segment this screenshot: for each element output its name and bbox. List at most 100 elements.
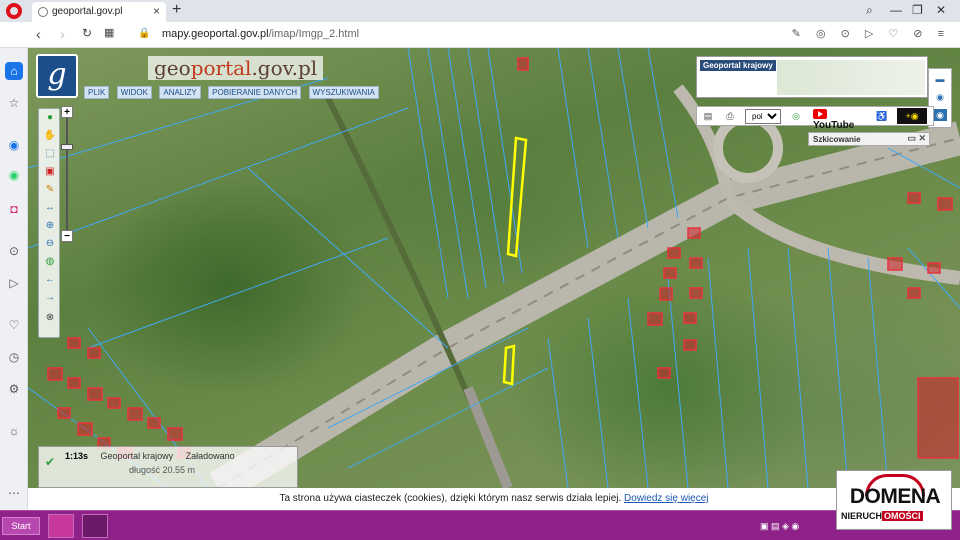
forward-icon[interactable]: › bbox=[60, 26, 65, 42]
instagram-icon[interactable]: ◘ bbox=[5, 200, 23, 218]
status-panel: ✔ 1:13s Geoportal krajowy Załadowano dłu… bbox=[38, 446, 298, 488]
pencil-icon[interactable]: ✎ bbox=[42, 183, 58, 197]
screen: geoportal.gov.pl × + ⌕ — ❐ ✕ ‹ › ↻ ▦ 🔒 m… bbox=[0, 0, 960, 540]
info-icon[interactable]: ● bbox=[42, 111, 58, 125]
status-time: 1:13s bbox=[65, 451, 89, 461]
messenger-icon[interactable]: ◉ bbox=[5, 136, 23, 154]
menu-pobieranie-danych[interactable]: POBIERANIE DANYCH bbox=[208, 86, 302, 99]
eye-active-icon[interactable]: ◉ bbox=[933, 109, 947, 121]
address-actions[interactable]: ✎ ◎ ⊙ ▷ ♡ ⊘ ≡ bbox=[792, 27, 950, 40]
home-icon[interactable]: ⌂ bbox=[5, 62, 23, 80]
parcel-south[interactable] bbox=[502, 344, 516, 386]
menu-plik[interactable]: PLIK bbox=[84, 86, 110, 99]
close-tab-icon[interactable]: × bbox=[153, 4, 160, 18]
minimize-icon[interactable]: — bbox=[890, 3, 902, 17]
main-road bbox=[209, 121, 960, 488]
accessibility-icon[interactable]: ♿ bbox=[875, 110, 889, 123]
status-row-1: 1:13s Geoportal krajowy Załadowano bbox=[65, 451, 235, 461]
title-geo: geo bbox=[154, 56, 191, 80]
address-bar: ‹ › ↻ ▦ 🔒 mapy.geoportal.gov.pl/imap/Img… bbox=[0, 22, 960, 48]
start-button[interactable]: Start bbox=[2, 517, 40, 535]
overview-label: Geoportal krajowy bbox=[700, 60, 776, 71]
back-icon[interactable]: ‹ bbox=[36, 26, 41, 42]
menu-widok[interactable]: WIDOK bbox=[116, 86, 152, 99]
zoom-handle[interactable] bbox=[61, 144, 73, 150]
opera-task-icon[interactable] bbox=[48, 514, 74, 538]
domena-logo: DOMENA NIERUCH OMOŚCI bbox=[836, 470, 952, 530]
map-canvas[interactable]: g geoportal.gov.pl PLIK WIDOK ANALIZY PO… bbox=[28, 48, 960, 488]
previous-view-icon[interactable]: ← bbox=[42, 273, 58, 287]
zoom-slider[interactable]: + − bbox=[61, 106, 73, 242]
reload-icon[interactable]: ↻ bbox=[82, 26, 92, 40]
sketch-close-icon[interactable]: ▭ ✕ bbox=[907, 133, 926, 144]
app-task-icon[interactable] bbox=[82, 514, 108, 538]
title-domain: .gov.pl bbox=[251, 56, 318, 80]
opera-logo-icon[interactable] bbox=[6, 3, 22, 19]
select-icon[interactable]: ⬚ bbox=[42, 147, 58, 161]
eye-icon[interactable]: ◉ bbox=[933, 91, 947, 103]
geoportal-menu: PLIK WIDOK ANALIZY POBIERANIE DANYCH WYS… bbox=[84, 82, 382, 99]
new-tab-icon[interactable]: + bbox=[172, 1, 181, 19]
whatsapp-icon[interactable]: ◉ bbox=[5, 166, 23, 184]
cookie-banner: Ta strona używa ciasteczek (cookies), dz… bbox=[28, 488, 960, 510]
send-icon[interactable]: ▷ bbox=[5, 274, 23, 292]
more-icon[interactable]: ⋯ bbox=[5, 484, 23, 502]
maximize-icon[interactable]: ❐ bbox=[912, 3, 923, 17]
globe-icon[interactable]: ◍ bbox=[42, 255, 58, 269]
zoom-minus-icon[interactable]: − bbox=[61, 230, 73, 242]
next-view-icon[interactable]: → bbox=[42, 291, 58, 305]
zoom-track[interactable] bbox=[66, 118, 68, 230]
cookie-more-link[interactable]: Dowiedz się więcej bbox=[624, 493, 708, 504]
tab-geoportal[interactable]: geoportal.gov.pl × bbox=[32, 2, 166, 22]
help-icon[interactable]: ◎ bbox=[789, 110, 803, 123]
tabs-grid-icon[interactable]: ▦ bbox=[104, 26, 114, 39]
speed-dial-icon[interactable]: ☆ bbox=[5, 94, 23, 112]
lightbulb-icon[interactable]: ☼ bbox=[5, 422, 23, 440]
overview-minimap[interactable] bbox=[777, 60, 925, 95]
full-extent-icon[interactable]: ⊗ bbox=[42, 311, 58, 325]
contrast-icon[interactable]: +◉ bbox=[897, 108, 927, 124]
youtube-link[interactable]: YouTube bbox=[813, 109, 865, 131]
menu-analizy[interactable]: ANALIZY bbox=[159, 86, 201, 99]
geoportal-logo[interactable]: g bbox=[36, 54, 78, 98]
youtube-play-icon bbox=[813, 109, 827, 120]
history-icon[interactable]: ◷ bbox=[5, 348, 23, 366]
player-icon[interactable]: ⊙ bbox=[5, 242, 23, 260]
close-window-icon[interactable]: ✕ bbox=[936, 3, 946, 17]
brand-line2: NIERUCH OMOŚCI bbox=[841, 511, 923, 521]
tab-title: geoportal.gov.pl bbox=[52, 6, 123, 17]
lock-icon: 🔒 bbox=[138, 28, 151, 39]
print-icon[interactable]: ⎙ bbox=[723, 110, 737, 123]
menu-wyszukiwania[interactable]: WYSZUKIWANIA bbox=[308, 86, 379, 99]
settings-icon[interactable]: ⚙ bbox=[5, 380, 23, 398]
zoom-in-icon[interactable]: ⊕ bbox=[42, 219, 58, 233]
globe-icon bbox=[38, 7, 48, 17]
youtube-label: YouTube bbox=[813, 120, 855, 131]
status-state: Załadowano bbox=[185, 451, 235, 461]
system-tray[interactable]: ▣ ▤ ◈ ◉ bbox=[760, 521, 799, 532]
brand-line2-a: NIERUCH bbox=[841, 511, 883, 521]
zoom-plus-icon[interactable]: + bbox=[61, 106, 73, 118]
parcel-north[interactable] bbox=[506, 136, 528, 258]
map-tools-panel: ● ✋ ⬚ ▣ ✎ ↔ ⊕ ⊖ ◍ ← → ⊗ bbox=[38, 108, 60, 338]
identify-icon[interactable]: ▣ bbox=[42, 165, 58, 179]
minimize-panel-icon[interactable]: ▬ bbox=[933, 73, 947, 85]
zoom-out-icon[interactable]: ⊖ bbox=[42, 237, 58, 251]
url-path: /imap/Imgp_2.html bbox=[268, 28, 360, 40]
language-select[interactable]: pol bbox=[745, 109, 781, 124]
brand-line2-b: OMOŚCI bbox=[882, 511, 923, 521]
brand-line1: DOMENA bbox=[849, 485, 941, 508]
url-host: mapy.geoportal.gov.pl bbox=[162, 28, 269, 40]
overview-map[interactable]: Geoportal krajowy bbox=[696, 56, 928, 98]
search-tabs-icon[interactable]: ⌕ bbox=[866, 3, 873, 18]
sketch-panel[interactable]: Szkicowanie ▭ ✕ bbox=[808, 132, 930, 146]
url-field[interactable]: mapy.geoportal.gov.pl/imap/Imgp_2.html bbox=[162, 28, 359, 40]
taskbar: Start ▣ ▤ ◈ ◉ bbox=[0, 510, 960, 540]
heart-icon[interactable]: ♡ bbox=[5, 316, 23, 334]
pan-hand-icon[interactable]: ✋ bbox=[42, 129, 58, 143]
side-road bbox=[723, 192, 960, 285]
legend-icon[interactable]: ▤ bbox=[701, 110, 715, 123]
underpass-road bbox=[463, 386, 513, 488]
measure-icon[interactable]: ↔ bbox=[42, 201, 58, 215]
geoportal-title: geoportal.gov.pl bbox=[148, 56, 324, 80]
